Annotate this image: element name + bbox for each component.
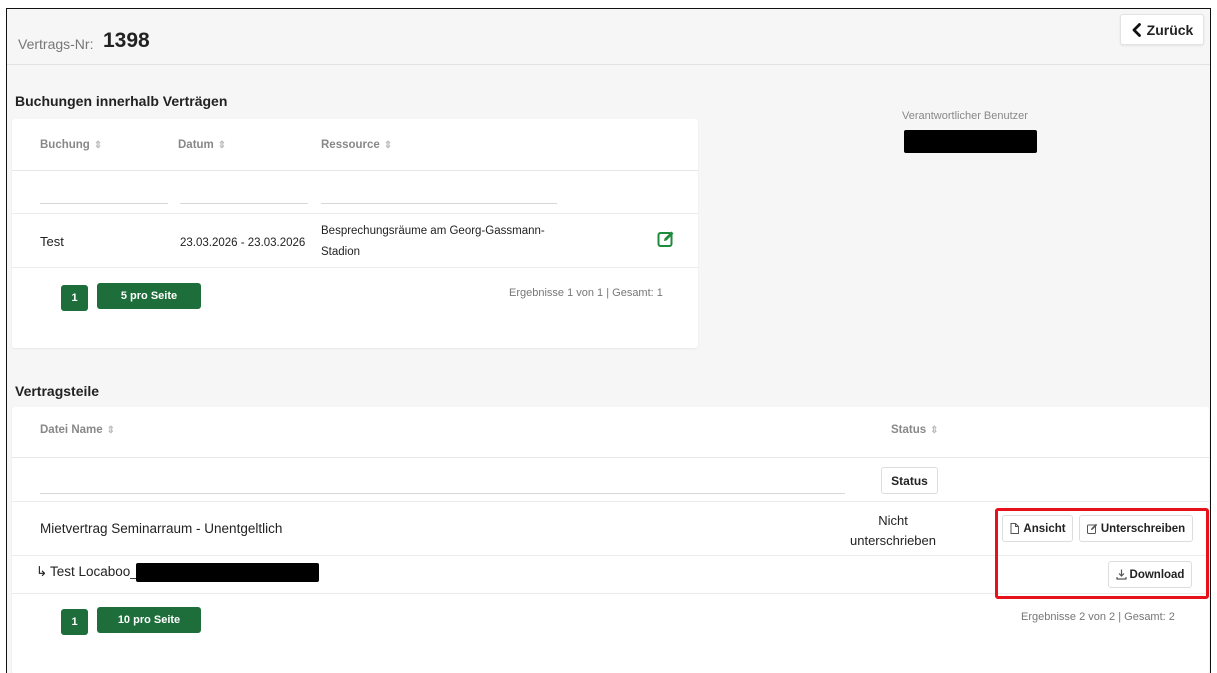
column-header-status[interactable]: Status ⇕	[891, 424, 939, 436]
column-header-label: Ressource	[321, 139, 380, 151]
pagination-page-1[interactable]: 1	[61, 285, 88, 311]
results-summary: Ergebnisse 1 von 1 | Gesamt: 1	[509, 287, 663, 299]
booking-resource-line1: Besprechungsräume am Georg-Gassmann-	[321, 225, 545, 237]
edit-icon[interactable]	[657, 230, 675, 248]
status-text: Nicht unterschrieben	[847, 511, 939, 551]
filter-input-buchung[interactable]	[40, 203, 168, 204]
column-header-buchung[interactable]: Buchung ⇕	[40, 139, 102, 151]
contract-part-name: Mietvertrag Seminarraum - Unentgeltlich	[40, 521, 283, 536]
contract-number: 1398	[103, 29, 150, 52]
status-filter-button[interactable]: Status	[881, 467, 938, 494]
status-text-line1: Nicht	[878, 513, 908, 528]
sub-item-file-name: Test Locaboo_	[50, 564, 138, 579]
page-frame: Vertrags-Nr: 1398 Zurück Buchungen inner…	[6, 8, 1211, 673]
sub-item-arrow-icon: ↳	[36, 564, 48, 579]
filter-input-ressource[interactable]	[321, 203, 557, 204]
column-header-datum[interactable]: Datum ⇕	[178, 139, 226, 151]
responsible-user-label: Verantwortlicher Benutzer	[902, 110, 1028, 122]
results-summary: Ergebnisse 2 von 2 | Gesamt: 2	[1021, 611, 1175, 623]
sort-icon: ⇕	[106, 424, 116, 436]
sort-icon: ⇕	[383, 139, 393, 151]
sort-icon: ⇕	[93, 139, 103, 151]
highlight-annotation-box	[995, 508, 1209, 599]
column-header-label: Datum	[178, 139, 214, 151]
bookings-section-title: Buchungen innerhalb Verträgen	[15, 93, 228, 109]
booking-date: 23.03.2026 - 23.03.2026	[180, 237, 306, 249]
redacted-user-name	[904, 130, 1037, 153]
pagination-page-1[interactable]: 1	[61, 609, 88, 635]
contract-number-label: Vertrags-Nr:	[18, 36, 94, 52]
back-button-label: Zurück	[1146, 21, 1194, 38]
row-divider	[12, 213, 698, 214]
column-header-datei-name[interactable]: Datei Name ⇕	[40, 424, 115, 436]
page-header: Vertrags-Nr: 1398 Zurück	[7, 9, 1210, 65]
row-divider	[12, 501, 1209, 502]
column-header-label: Status	[891, 424, 927, 436]
header-divider	[12, 457, 1209, 458]
column-header-ressource[interactable]: Ressource ⇕	[321, 139, 392, 151]
sort-icon: ⇕	[930, 424, 939, 436]
filter-input-datum[interactable]	[180, 203, 308, 204]
header-divider	[12, 170, 698, 171]
bookings-table-card: Buchung ⇕ Datum ⇕ Ressource ⇕ Test 23.03…	[12, 119, 698, 348]
row-divider	[12, 267, 698, 268]
booking-resource-line2: Stadion	[321, 246, 361, 258]
back-button[interactable]: Zurück	[1120, 14, 1204, 45]
status-text-line2: unterschrieben	[850, 533, 936, 548]
contract-parts-section-title: Vertragsteile	[15, 383, 100, 399]
booking-name: Test	[40, 234, 64, 249]
page-size-selector[interactable]: 10 pro Seite	[97, 607, 201, 633]
sort-icon: ⇕	[217, 139, 227, 151]
column-header-label: Buchung	[40, 139, 90, 151]
page-size-selector[interactable]: 5 pro Seite	[97, 283, 201, 309]
filter-input-datei-name[interactable]	[40, 493, 845, 494]
chevron-left-icon	[1132, 22, 1141, 37]
redacted-file-name	[136, 563, 319, 582]
column-header-label: Datei Name	[40, 424, 103, 436]
